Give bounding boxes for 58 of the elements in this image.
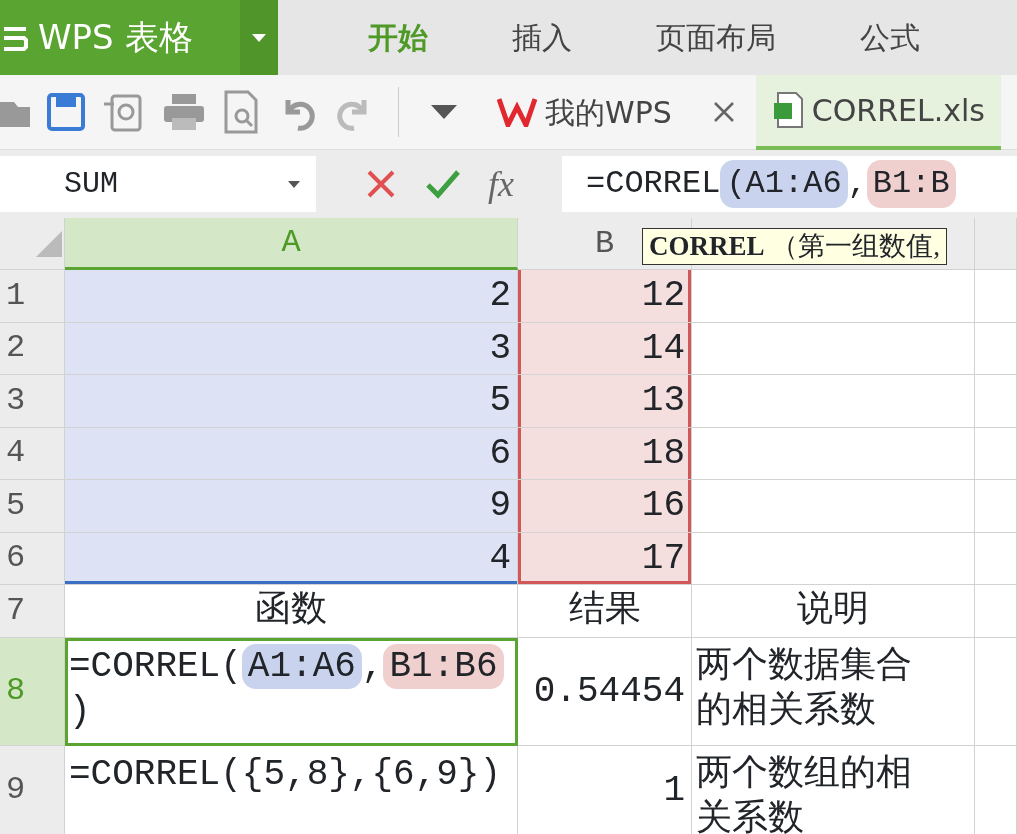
table-cell: 14 xyxy=(518,322,692,375)
table-cell xyxy=(975,480,1017,533)
table-cell xyxy=(975,427,1017,480)
table-cell xyxy=(975,585,1017,638)
row-header[interactable]: 6 xyxy=(0,532,65,585)
table-cell: 3 xyxy=(65,322,518,375)
document-tab[interactable]: CORREL.xls xyxy=(755,74,1001,150)
app-title: WPS 表格 xyxy=(38,16,193,59)
row-header[interactable]: 1 xyxy=(0,270,65,323)
app-dropdown-button[interactable] xyxy=(240,0,278,75)
table-cell: =CORREL( A1:A6 , B1:B6 ) xyxy=(65,637,518,746)
table-cell: 1 xyxy=(518,745,692,834)
table-cell: 4 xyxy=(65,532,518,585)
table-cell: 0.54454 xyxy=(518,637,692,746)
confirm-icon[interactable] xyxy=(426,169,460,199)
select-all-corner[interactable] xyxy=(0,218,65,270)
formula-input[interactable]: =CORREL (A1:A6 , B1:B xyxy=(562,156,1017,212)
print-icon[interactable] xyxy=(162,92,206,132)
row-header[interactable]: 7 xyxy=(0,585,65,638)
table-cell: 6 xyxy=(65,427,518,480)
function-tooltip: CORREL （第一组数值, xyxy=(642,228,947,266)
table-cell xyxy=(975,375,1017,428)
document-tab[interactable]: 我的WPS xyxy=(481,74,688,150)
cancel-icon[interactable] xyxy=(366,169,396,199)
table-cell: 18 xyxy=(518,427,692,480)
row-header[interactable]: 5 xyxy=(0,480,65,533)
table-cell: 函数 xyxy=(65,585,518,638)
caret-icon xyxy=(252,33,266,42)
table-cell: 16 xyxy=(518,480,692,533)
table-cell: 13 xyxy=(518,375,692,428)
table-cell: 12 xyxy=(518,270,692,323)
dropdown-icon[interactable] xyxy=(431,105,457,119)
row-header[interactable]: 4 xyxy=(0,427,65,480)
caret-icon xyxy=(288,180,300,188)
table-cell xyxy=(975,322,1017,375)
table-cell: 2 xyxy=(65,270,518,323)
save-icon[interactable] xyxy=(46,92,86,132)
ribbon-tab[interactable]: 页面布局 xyxy=(614,15,818,60)
row-header[interactable]: 3 xyxy=(0,375,65,428)
table-cell: 17 xyxy=(518,532,692,585)
function-button[interactable]: fx xyxy=(488,157,514,211)
table-cell xyxy=(975,270,1017,323)
table-cell: 9 xyxy=(65,480,518,533)
table-cell: 说明 xyxy=(692,585,975,638)
ribbon-tab[interactable]: 插入 xyxy=(470,15,614,60)
table-cell: 两个数据集合的相关系数 xyxy=(692,637,975,746)
table-cell: 两个数组的相关系数 xyxy=(692,745,975,834)
close-icon[interactable] xyxy=(711,100,736,124)
ribbon-tab[interactable]: 公式 xyxy=(818,15,962,60)
table-cell: 结果 xyxy=(518,585,692,638)
table-cell xyxy=(975,532,1017,585)
table-cell: =CORREL({5,8},{6,9}) xyxy=(65,745,518,834)
logo-icon xyxy=(497,97,537,127)
row-header[interactable]: 2 xyxy=(0,322,65,375)
name-box[interactable]: SUM xyxy=(0,156,316,212)
table-cell: 5 xyxy=(65,375,518,428)
row-header[interactable]: 9 xyxy=(0,745,65,834)
spreadsheet-icon xyxy=(771,91,804,129)
